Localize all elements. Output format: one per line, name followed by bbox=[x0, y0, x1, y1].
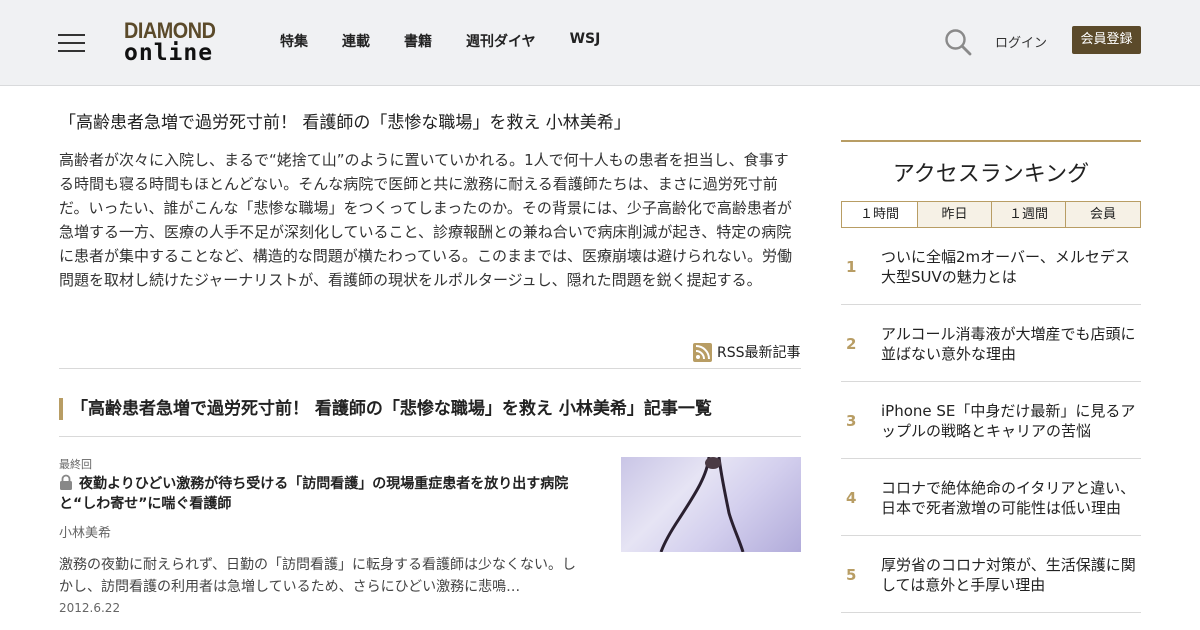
ranking-top-border bbox=[841, 140, 1141, 142]
article-title-text: 夜勤よりひどい激務が待ち受ける「訪問看護」の現場重症患者を放り出す病院と“しわ寄… bbox=[59, 476, 569, 512]
article-excerpt: 激務の夜勤に耐えられず、日勤の「訪問看護」に転身する看護師は少なくない。しかし、… bbox=[59, 557, 577, 595]
tab-members[interactable]: 会員 bbox=[1066, 202, 1140, 227]
ranking-title-link[interactable]: 厚労省のコロナ対策が、生活保護に関しては意外と手厚い理由 bbox=[881, 536, 1141, 613]
ranking-number: 2 bbox=[846, 334, 857, 353]
access-ranking: アクセスランキング １時間 昨日 １週間 会員 1 ついに全幅2mオーバー、メル… bbox=[841, 140, 1141, 613]
article-list-heading: 「高齢患者急増で過労死寸前！ 看護師の「悲惨な職場」を救え 小林美希」記事一覧 bbox=[59, 398, 801, 420]
nav-item-tokushu[interactable]: 特集 bbox=[280, 31, 308, 51]
rss-label: RSS最新記事 bbox=[717, 345, 801, 361]
nav-item-shoseki[interactable]: 書籍 bbox=[404, 31, 432, 51]
register-button[interactable]: 会員登録 bbox=[1072, 26, 1141, 54]
article-date: 2012.6.22 bbox=[59, 601, 121, 615]
ranking-item[interactable]: 3 iPhone SE「中身だけ最新」に見るアップルの戦略とキャリアの苦悩 bbox=[841, 382, 1141, 459]
login-link[interactable]: ログイン bbox=[995, 32, 1047, 51]
ranking-item[interactable]: 2 アルコール消毒液が大増産でも店頭に並ばない意外な理由 bbox=[841, 305, 1141, 382]
ranking-number: 4 bbox=[846, 488, 857, 507]
ranking-number: 1 bbox=[846, 257, 857, 276]
ranking-list: 1 ついに全幅2mオーバー、メルセデス大型SUVの魅力とは 2 アルコール消毒液… bbox=[841, 228, 1141, 613]
article-thumbnail[interactable] bbox=[621, 457, 801, 552]
nav-item-weekly-diamond[interactable]: 週刊ダイヤ bbox=[466, 31, 536, 51]
ranking-number: 3 bbox=[846, 411, 857, 430]
nav-item-rensai[interactable]: 連載 bbox=[342, 31, 370, 51]
logo-line2: online bbox=[124, 40, 214, 66]
ranking-title-link[interactable]: ついに全幅2mオーバー、メルセデス大型SUVの魅力とは bbox=[881, 228, 1141, 305]
lock-icon bbox=[60, 474, 72, 490]
ranking-title-link[interactable]: アルコール消毒液が大増産でも店頭に並ばない意外な理由 bbox=[881, 305, 1141, 382]
site-header: DIAMOND online 特集 連載 書籍 週刊ダイヤ WSJ ログイン 会… bbox=[0, 0, 1200, 86]
series-title: 「高齢患者急増で過労死寸前！ 看護師の「悲惨な職場」を救え 小林美希」 bbox=[59, 113, 631, 133]
divider bbox=[59, 368, 801, 369]
ranking-number: 5 bbox=[846, 565, 857, 584]
nav-item-wsj[interactable]: WSJ bbox=[570, 31, 601, 51]
main-nav: 特集 連載 書籍 週刊ダイヤ WSJ bbox=[280, 31, 634, 51]
tab-1week[interactable]: １週間 bbox=[992, 202, 1066, 227]
ranking-title: アクセスランキング bbox=[892, 162, 1090, 187]
ranking-title-link[interactable]: コロナで絶体絶命のイタリアと違い、日本で死者激増の可能性は低い理由 bbox=[881, 459, 1141, 536]
ranking-tabs: １時間 昨日 １週間 会員 bbox=[841, 201, 1141, 228]
divider bbox=[59, 436, 801, 437]
ranking-item[interactable]: 4 コロナで絶体絶命のイタリアと違い、日本で死者激増の可能性は低い理由 bbox=[841, 459, 1141, 536]
rss-link[interactable]: RSS最新記事 bbox=[693, 342, 801, 362]
hamburger-icon[interactable] bbox=[58, 32, 86, 54]
tab-1hour[interactable]: １時間 bbox=[842, 202, 918, 227]
search-icon[interactable] bbox=[944, 28, 972, 56]
ranking-item[interactable]: 5 厚労省のコロナ対策が、生活保護に関しては意外と手厚い理由 bbox=[841, 536, 1141, 613]
site-logo[interactable]: DIAMOND online bbox=[124, 18, 228, 66]
series-description: 高齢者が次々に入院し、まるで“姥捨て山”のように置いていかれる。1人で何十人もの… bbox=[59, 151, 793, 289]
tab-yesterday[interactable]: 昨日 bbox=[918, 202, 992, 227]
rss-icon bbox=[693, 342, 712, 362]
article-author[interactable]: 小林美希 bbox=[59, 522, 111, 541]
article-item[interactable]: 最終回 夜勤よりひどい激務が待ち受ける「訪問看護」の現場重症患者を放り出す病院と… bbox=[59, 456, 801, 626]
ranking-item[interactable]: 1 ついに全幅2mオーバー、メルセデス大型SUVの魅力とは bbox=[841, 228, 1141, 305]
ranking-title-link[interactable]: iPhone SE「中身だけ最新」に見るアップルの戦略とキャリアの苦悩 bbox=[881, 382, 1141, 459]
article-title[interactable]: 夜勤よりひどい激務が待ち受ける「訪問看護」の現場重症患者を放り出す病院と“しわ寄… bbox=[59, 474, 579, 514]
